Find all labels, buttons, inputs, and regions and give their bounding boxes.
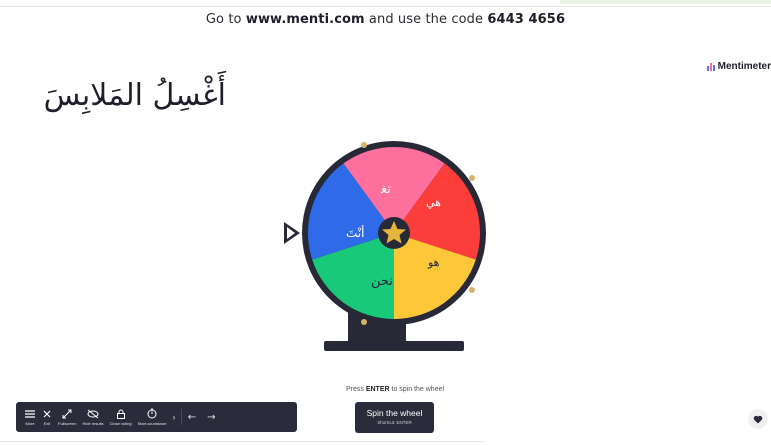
segment-label-green: ﻧﺤﻦ (371, 274, 393, 289)
segment-label-blue: أنْتَ (346, 225, 364, 240)
join-instructions: Go to www.menti.com and use the code 644… (0, 12, 771, 27)
menu-icon (25, 409, 35, 418)
spin-hint: Press ENTER to spin the wheel (300, 386, 490, 393)
toolbar-more-label: More (25, 420, 35, 426)
hint-key: ENTER (365, 386, 390, 393)
top-bar-strip (0, 0, 771, 7)
spin-button-label: Spin the wheel (366, 408, 423, 418)
bottom-divider (0, 441, 484, 442)
lock-icon (116, 409, 125, 419)
reaction-button[interactable] (748, 409, 768, 429)
toolbar-fullscreen-label: Fullscreen (58, 420, 77, 426)
previous-slide-button[interactable]: ← (188, 412, 196, 423)
brand-name: Mentimeter (717, 61, 771, 72)
toolbar-exit-button[interactable]: Exit (42, 409, 52, 426)
toolbar-close-voting-button[interactable]: Close voting (110, 409, 132, 426)
spin-wheel-button[interactable]: Spin the wheel Shortcut: ENTER (355, 402, 434, 433)
toolbar-more-button[interactable]: More (24, 409, 36, 426)
toolbar-exit-label: Exit (43, 420, 51, 426)
toolbar-countdown-label: Start countdown (137, 421, 167, 426)
heart-icon (753, 415, 763, 423)
presenter-toolbar: More Exit Fullscreen Hide results Close … (16, 402, 297, 432)
join-url: www.menti.com (245, 12, 365, 27)
fullscreen-icon (62, 409, 72, 418)
slide-title: أَغْسِلُ المَلابِسَ (43, 78, 226, 113)
segment-label-red: ﻫﻲ (426, 196, 441, 209)
next-slide-button[interactable]: → (207, 412, 215, 423)
hint-prefix: Press (345, 386, 364, 393)
eye-off-icon (87, 409, 99, 418)
spinner-wheel[interactable]: ﺗﻐ ﻫﻲ ﻫﻮ ﻧﺤﻦ أنْتَ (278, 133, 508, 355)
toolbar-close-voting-label: Close voting (109, 420, 132, 426)
join-prefix: Go to (205, 12, 242, 27)
top-divider (0, 6, 771, 7)
toolbar-hide-results-label: Hide results (82, 420, 104, 426)
spin-button-shortcut: Shortcut: ENTER (377, 420, 412, 425)
close-icon (43, 410, 51, 417)
top-accent (560, 0, 771, 4)
bar-logo-icon (706, 62, 715, 71)
toolbar-fullscreen-button[interactable]: Fullscreen (58, 409, 76, 426)
timer-icon (147, 408, 157, 419)
toolbar-countdown-button[interactable]: Start countdown (138, 408, 167, 426)
join-code: 6443 4656 (487, 12, 566, 27)
mentimeter-brand: Mentimeter (706, 61, 771, 72)
segment-label-pink: ﺗﻐ (380, 182, 391, 197)
wheel-base (324, 341, 464, 351)
toolbar-more-chevron[interactable]: › (173, 413, 176, 422)
join-middle: and use the code (368, 12, 484, 27)
segment-label-yellow: ﻫﻮ (427, 256, 440, 269)
hint-suffix: to spin the wheel (391, 386, 445, 393)
toolbar-hide-results-button[interactable]: Hide results (82, 409, 104, 426)
toolbar-divider (180, 409, 182, 425)
